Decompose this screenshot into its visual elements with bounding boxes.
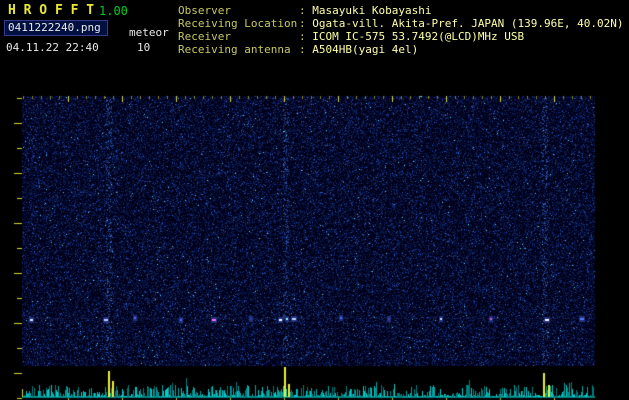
hrofft-output: H R O F F T 1.00 0411222240.png meteor 0…	[0, 0, 629, 400]
station-info: Observer: Masayuki Kobayashi Receiving Lo…	[178, 4, 624, 56]
station-info-row: Receiving Location: Ogata-vill. Akita-Pr…	[178, 17, 624, 30]
spectrogram-canvas	[0, 60, 629, 400]
station-info-label: Receiving antenna	[178, 43, 291, 56]
station-info-value: A504HB(yagi 4el)	[312, 43, 419, 56]
filename-label: 0411222240.png	[8, 21, 101, 34]
station-info-row: Receiver: ICOM IC-575 53.7492(@LCD)MHz U…	[178, 30, 624, 43]
station-info-label: Receiver	[178, 30, 231, 43]
station-info-label: Receiving Location	[178, 17, 298, 30]
datetime-label: 04.11.22 22:40	[6, 41, 99, 54]
station-info-separator: :	[299, 43, 313, 56]
station-info-label: Observer	[178, 4, 231, 17]
meteor-count: 10	[137, 41, 151, 54]
station-info-row: Receiving antenna: A504HB(yagi 4el)	[178, 43, 624, 56]
app-title: H R O F F T	[8, 3, 95, 18]
app-version: 1.00	[99, 4, 128, 18]
station-info-row: Observer: Masayuki Kobayashi	[178, 4, 624, 17]
station-info-value: Ogata-vill. Akita-Pref. JAPAN (139.96E, …	[312, 17, 624, 30]
filename-box: 0411222240.png	[4, 20, 108, 36]
mode-label: meteor	[129, 26, 169, 39]
station-info-separator: :	[299, 4, 313, 17]
station-info-value: ICOM IC-575 53.7492(@LCD)MHz USB	[312, 30, 525, 43]
station-info-separator: :	[299, 17, 313, 30]
station-info-value: Masayuki Kobayashi	[312, 4, 432, 17]
station-info-separator: :	[299, 30, 313, 43]
